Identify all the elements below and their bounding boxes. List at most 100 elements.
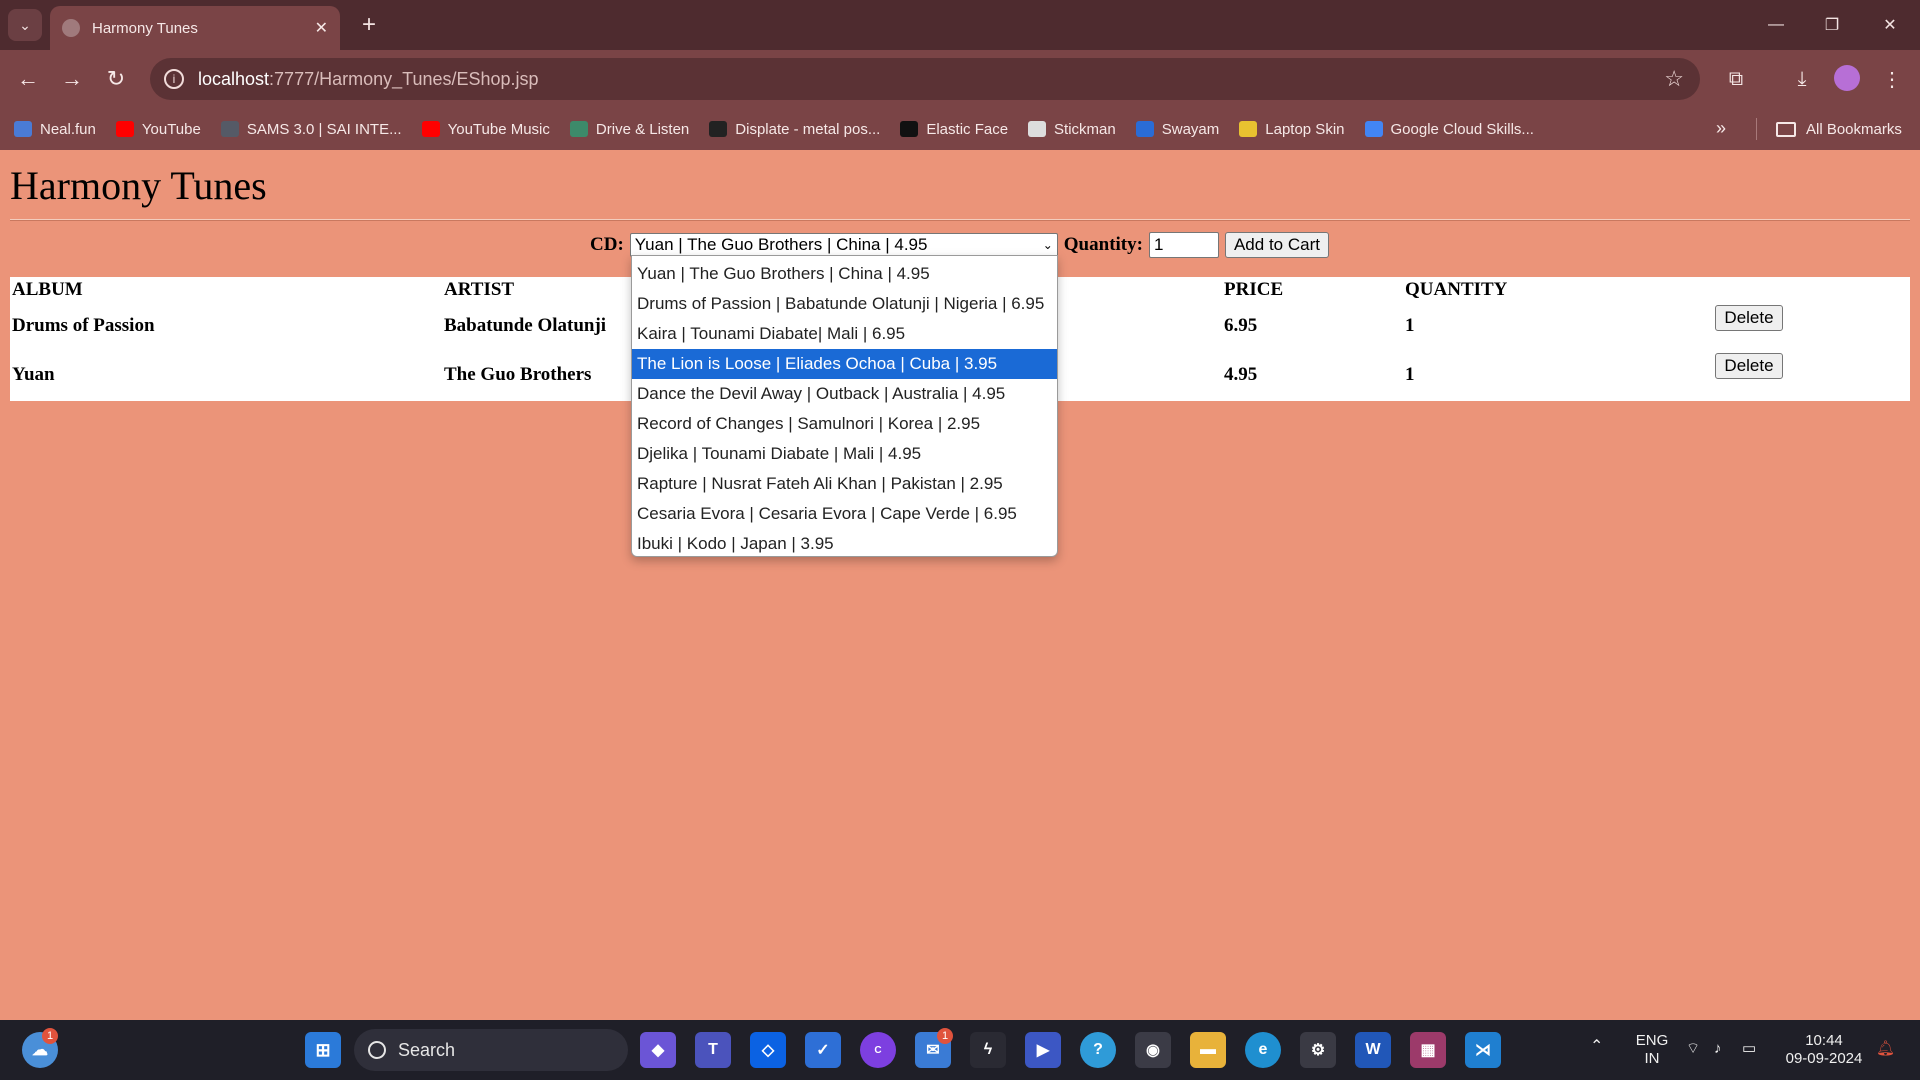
bookmark-item[interactable]: Google Cloud Skills... (1364, 121, 1534, 138)
title-divider (10, 219, 1910, 221)
clock[interactable]: 10:44 09-09-2024 (1782, 1032, 1866, 1068)
file-explorer-app[interactable]: ▬ (1190, 1032, 1226, 1068)
folder-icon: ▬ (1200, 1041, 1216, 1058)
more-bookmarks-button[interactable]: » (1716, 118, 1726, 139)
bookmark-label: Drive & Listen (595, 120, 690, 138)
volume-icon[interactable]: ♪ (1714, 1040, 1722, 1058)
browser-titlebar: ⌄ Harmony Tunes ✕ + — ❐ ✕ (0, 0, 1920, 50)
cd-option[interactable]: Rapture | Nusrat Fateh Ali Khan | Pakist… (632, 469, 1057, 499)
header-price: PRICE (1224, 279, 1284, 300)
row1-price: 6.95 (1224, 315, 1258, 336)
bookmark-favicon-icon (421, 121, 440, 137)
bookmark-item[interactable]: Stickman (1028, 121, 1116, 138)
word-app[interactable]: W (1355, 1032, 1391, 1068)
vscode-icon: ⋊ (1475, 1042, 1491, 1059)
search-label: Search (398, 1039, 456, 1060)
notification-bell-icon[interactable]: 🔔︎ (1876, 1040, 1895, 1058)
downloads-button[interactable]: ⤓ (1786, 63, 1818, 95)
tab-harmony-tunes[interactable]: Harmony Tunes ✕ (50, 6, 340, 50)
site-info-icon[interactable]: i (164, 69, 184, 89)
bookmark-item[interactable]: Laptop Skin (1239, 121, 1345, 138)
bookmark-label: SAMS 3.0 | SAI INTE... (246, 120, 402, 138)
page-title: Harmony Tunes (10, 163, 267, 208)
back-button[interactable]: ← (12, 63, 44, 95)
all-bookmarks-button[interactable]: All Bookmarks (1776, 108, 1902, 150)
bookmark-item[interactable]: Elastic Face (900, 121, 1008, 138)
all-bookmarks-label: All Bookmarks (1806, 120, 1902, 138)
cd-option[interactable]: Ibuki | Kodo | Japan | 3.95 (632, 529, 1057, 559)
tab-title: Harmony Tunes (92, 19, 198, 37)
edge-app[interactable]: e (1245, 1032, 1281, 1068)
delete-button-row1[interactable]: Delete (1715, 305, 1783, 331)
close-window-button[interactable]: ✕ (1870, 10, 1910, 40)
bookmark-item[interactable]: YouTube (115, 121, 201, 138)
chrome-app[interactable]: ◉ (1135, 1032, 1171, 1068)
dropbox-app[interactable]: ◇ (750, 1032, 786, 1068)
copilot-app[interactable]: ◆ (640, 1032, 676, 1068)
winrar-app[interactable]: ▦ (1410, 1032, 1446, 1068)
address-bar[interactable]: i localhost:7777/Harmony_Tunes/EShop.jsp… (150, 58, 1700, 100)
browser-menu-button[interactable]: ⋮ (1876, 63, 1908, 95)
vscode-app[interactable]: ⋊ (1465, 1032, 1501, 1068)
bookmark-item[interactable]: Neal.fun (14, 121, 96, 138)
canva-app[interactable]: C (860, 1032, 896, 1068)
cd-option[interactable]: Record of Changes | Samulnori | Korea | … (632, 409, 1057, 439)
region-code: IN (1644, 1050, 1660, 1067)
quantity-input[interactable]: 1 (1148, 232, 1219, 258)
extensions-button[interactable]: ⧉ (1720, 63, 1752, 95)
profile-avatar[interactable] (1834, 65, 1860, 91)
row1-artist: Babatunde Olatunji (444, 315, 607, 336)
tab-search-button[interactable]: ⌄ (8, 9, 42, 41)
restore-button[interactable]: ❐ (1812, 10, 1852, 40)
row2-album: Yuan (12, 364, 55, 385)
reload-button[interactable]: ↻ (100, 63, 132, 95)
bookmark-item[interactable]: Drive & Listen (569, 120, 690, 138)
battery-icon[interactable]: ▭ (1742, 1040, 1756, 1058)
teams-icon: T (708, 1041, 718, 1058)
tab-close-button[interactable]: ✕ (315, 18, 328, 38)
language-indicator[interactable]: ENG IN (1630, 1032, 1674, 1068)
bookmark-item[interactable]: Swayam (1135, 121, 1219, 138)
row2-quantity: 1 (1405, 364, 1415, 385)
cd-option[interactable]: The Lion is Loose | Eliades Ochoa | Cuba… (632, 349, 1057, 379)
wifi-icon[interactable]: ⌔ (1686, 1040, 1700, 1058)
bookmark-label: YouTube Music (447, 120, 550, 138)
tray-overflow-button[interactable]: ⌃ (1590, 1038, 1603, 1056)
cd-option[interactable]: Kaira | Tounami Diabate| Mali | 6.95 (632, 319, 1057, 349)
bookmark-item[interactable]: Displate - metal pos... (709, 121, 880, 138)
cd-option[interactable]: Drums of Passion | Babatunde Olatunji | … (632, 289, 1057, 319)
close-icon: ✕ (1883, 17, 1897, 34)
settings-app[interactable]: ⚙ (1300, 1032, 1336, 1068)
weather-badge: 1 (42, 1028, 58, 1044)
cd-option[interactable]: Cesaria Evora | Cesaria Evora | Cape Ver… (632, 499, 1057, 529)
teams-app[interactable]: T (695, 1032, 731, 1068)
arrow-left-icon: ← (17, 66, 39, 91)
taskbar-search[interactable]: Search (354, 1029, 628, 1071)
help-app[interactable]: ? (1080, 1032, 1116, 1068)
cd-option[interactable]: Djelika | Tounami Diabate | Mali | 4.95 (632, 439, 1057, 469)
cd-select[interactable]: Yuan | The Guo Brothers | China | 4.95 ⌄ (629, 233, 1058, 257)
cd-option[interactable]: Dance the Devil Away | Outback | Austral… (632, 379, 1057, 409)
minimize-button[interactable]: — (1756, 10, 1796, 40)
cd-option[interactable]: Yuan | The Guo Brothers | China | 4.95 (632, 259, 1057, 289)
bookmark-item[interactable]: YouTube Music (421, 120, 550, 138)
bookmark-item[interactable]: SAMS 3.0 | SAI INTE... (220, 120, 402, 138)
gear-icon: ⚙ (1310, 1042, 1326, 1059)
reload-icon: ↻ (106, 66, 126, 91)
bookmark-star-icon[interactable]: ☆ (1664, 66, 1684, 92)
header-quantity: QUANTITY (1405, 279, 1508, 300)
forward-button[interactable]: → (56, 63, 88, 95)
bing-app[interactable]: ▶ (1025, 1032, 1061, 1068)
add-to-cart-button[interactable]: Add to Cart (1224, 232, 1329, 258)
web-page: Harmony Tunes CD: Yuan | The Guo Brother… (0, 150, 1920, 1020)
new-tab-button[interactable]: + (354, 10, 384, 40)
mail-badge: 1 (937, 1028, 953, 1044)
checkmark-icon: ✓ (816, 1042, 830, 1059)
lightning-app[interactable]: ϟ (970, 1032, 1006, 1068)
canva-icon: C (874, 1044, 882, 1056)
start-button[interactable]: ⊞ (305, 1032, 341, 1068)
cd-label: CD: (590, 234, 624, 255)
header-album: ALBUM (12, 279, 83, 300)
delete-button-row2[interactable]: Delete (1715, 353, 1783, 379)
todo-app[interactable]: ✓ (805, 1032, 841, 1068)
